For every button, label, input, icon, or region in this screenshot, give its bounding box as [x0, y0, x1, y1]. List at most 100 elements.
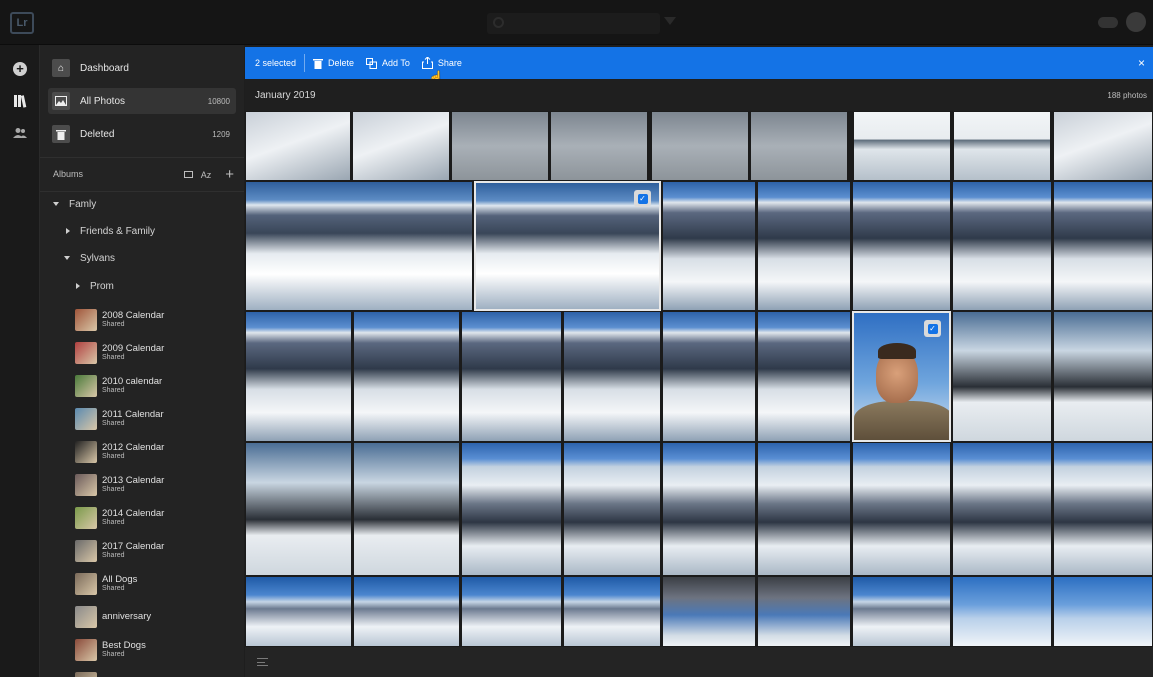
photo-thumbnail[interactable] [757, 576, 851, 647]
lightroom-logo[interactable]: Lr [10, 12, 34, 34]
photo-thumbnail[interactable] [1053, 311, 1153, 442]
album-item[interactable]: 2017 Calendar Shared [75, 536, 235, 566]
library-button[interactable] [10, 91, 30, 111]
album-text: 2014 Calendar Shared [102, 509, 164, 526]
album-item[interactable]: All Dogs Shared [75, 569, 235, 599]
month-heading: January 2019 [255, 89, 316, 101]
photo-thumbnail[interactable] [852, 442, 951, 576]
sidebar-item-dashboard[interactable]: ⌂ Dashboard [48, 55, 236, 81]
photo-thumbnail[interactable] [245, 311, 352, 442]
delete-button[interactable]: Delete [313, 47, 354, 79]
selection-action-bar: 2 selected Delete Add To Share × [245, 47, 1153, 79]
album-item[interactable]: anniversary [75, 602, 235, 632]
photo-thumbnail[interactable] [953, 111, 1051, 181]
album-item[interactable]: 2012 Calendar Shared [75, 437, 235, 467]
photo-thumbnail[interactable] [662, 311, 756, 442]
photo-thumbnail[interactable] [952, 442, 1052, 576]
chevron-down-icon[interactable] [53, 202, 59, 206]
sidebar-item-all-photos[interactable]: All Photos 10800 [48, 88, 236, 114]
photo-thumbnail[interactable] [1053, 576, 1153, 647]
selection-checkbox[interactable]: ✓ [634, 190, 651, 207]
photo-thumbnail[interactable] [563, 576, 661, 647]
photo-thumbnail[interactable] [550, 111, 648, 181]
album-item[interactable]: Best of Monty [75, 668, 235, 677]
photo-thumbnail[interactable] [353, 311, 460, 442]
photo-thumbnail[interactable] [651, 111, 749, 181]
photo-thumbnail[interactable] [662, 576, 756, 647]
close-selection-button[interactable]: × [1138, 56, 1145, 70]
folder-family[interactable]: Famly [53, 195, 96, 213]
filter-icon[interactable] [664, 17, 676, 25]
photo-thumbnail[interactable] [1053, 111, 1153, 181]
photo-thumbnail[interactable] [461, 442, 562, 576]
cloud-sync-icon[interactable] [1098, 17, 1118, 28]
add-album-button[interactable]: + [225, 166, 234, 183]
chevron-down-icon[interactable] [64, 256, 70, 260]
album-item[interactable]: 2009 Calendar Shared [75, 338, 235, 368]
folder-prom[interactable]: Prom [76, 277, 114, 295]
album-view-icon[interactable] [183, 171, 193, 178]
photo-thumbnail[interactable] [451, 111, 549, 181]
photo-thumbnail[interactable] [353, 576, 460, 647]
add-photos-button[interactable]: + [10, 59, 30, 79]
album-thumbnail [75, 606, 97, 628]
selection-checkbox[interactable]: ✓ [924, 320, 941, 337]
album-thumbnail [75, 375, 97, 397]
photo-thumbnail[interactable] [662, 181, 756, 311]
album-item[interactable]: 2010 calendar Shared [75, 371, 235, 401]
people-button[interactable] [10, 123, 30, 143]
selection-count: 2 selected [255, 58, 297, 68]
photo-thumbnail[interactable] [353, 442, 460, 576]
album-item[interactable]: 2008 Calendar Shared [75, 305, 235, 335]
photo-thumbnail[interactable] [245, 576, 352, 647]
album-text: All Dogs Shared [102, 575, 137, 592]
sidebar-item-deleted[interactable]: Deleted 1209 [48, 121, 236, 147]
photo-thumbnail[interactable] [952, 311, 1052, 442]
photo-thumbnail-selected[interactable]: ✓ [474, 181, 661, 311]
search-field[interactable] [487, 13, 660, 34]
photo-thumbnail[interactable] [662, 442, 756, 576]
photo-thumbnail[interactable] [1053, 442, 1153, 576]
photo-thumbnail[interactable] [853, 111, 951, 181]
album-text: Best Dogs Shared [102, 641, 146, 658]
photo-thumbnail[interactable] [852, 576, 951, 647]
folder-sylvans[interactable]: Sylvans [64, 249, 115, 267]
album-thumbnail [75, 672, 97, 677]
photo-thumbnail[interactable] [952, 576, 1052, 647]
album-item[interactable]: Best Dogs Shared [75, 635, 235, 665]
photo-thumbnail[interactable] [563, 442, 661, 576]
album-name: 2013 Calendar [102, 475, 165, 487]
photo-thumbnail[interactable] [563, 311, 661, 442]
photo-thumbnail[interactable] [461, 311, 562, 442]
chevron-right-icon[interactable] [66, 228, 70, 234]
photo-thumbnail[interactable] [750, 111, 848, 181]
lightroom-window: Lr + ⌂ Dashboard All Photos 10800 Delete… [0, 0, 1153, 677]
sort-albums-button[interactable]: Az [201, 170, 212, 180]
photo-thumbnail[interactable] [757, 181, 851, 311]
photo-thumbnail[interactable] [245, 442, 352, 576]
photo-thumbnail[interactable] [245, 111, 351, 181]
photo-thumbnail[interactable] [461, 576, 562, 647]
album-item[interactable]: 2014 Calendar Shared [75, 503, 235, 533]
album-item[interactable]: 2013 Calendar Shared [75, 470, 235, 500]
photo-thumbnail[interactable] [952, 181, 1052, 311]
photo-thumbnail[interactable] [757, 311, 851, 442]
add-to-button[interactable]: Add To [366, 47, 410, 79]
album-item[interactable]: 2011 Calendar Shared [75, 404, 235, 434]
photo-thumbnail[interactable] [245, 181, 473, 311]
add-to-label: Add To [382, 58, 410, 68]
user-avatar[interactable] [1126, 12, 1146, 32]
photo-thumbnail-selected[interactable]: ✓ [852, 311, 951, 442]
folder-friends-family[interactable]: Friends & Family [66, 222, 155, 240]
album-shared-label: Shared [102, 420, 125, 428]
sort-icon[interactable] [257, 658, 268, 666]
chevron-right-icon[interactable] [76, 283, 80, 289]
left-rail: + [0, 45, 40, 677]
photo-thumbnail[interactable] [852, 181, 951, 311]
folder-family-label: Famly [69, 198, 97, 210]
photo-thumbnail[interactable] [757, 442, 851, 576]
photo-thumbnail[interactable] [352, 111, 450, 181]
photo-thumbnail[interactable] [1053, 181, 1153, 311]
album-name: Best Dogs [102, 640, 146, 652]
album-text: 2010 calendar Shared [102, 377, 162, 394]
